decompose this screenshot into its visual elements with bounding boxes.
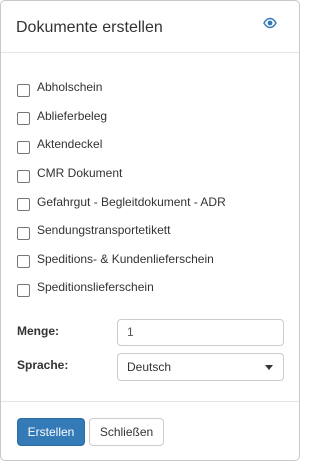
checkbox[interactable]	[17, 255, 30, 269]
document-option-label[interactable]: Speditions- & Kundenlieferschein	[37, 252, 214, 266]
document-option[interactable]: Abholschein	[17, 73, 287, 102]
checkbox[interactable]	[17, 198, 30, 212]
document-option-label[interactable]: Abholschein	[37, 80, 102, 94]
checkbox[interactable]	[17, 283, 30, 297]
eye-icon[interactable]	[263, 17, 277, 29]
create-button[interactable]: Erstellen	[17, 418, 85, 446]
dialog-title: Dokumente erstellen	[16, 19, 163, 36]
document-option[interactable]: CMR Dokument	[17, 159, 287, 188]
close-button[interactable]: Schließen	[89, 418, 164, 446]
document-option-label[interactable]: Speditionslieferschein	[37, 280, 154, 294]
dialog-header: Dokumente erstellen	[1, 1, 299, 53]
checkbox[interactable]	[17, 83, 30, 97]
document-option[interactable]: Gefahrgut - Begleitdokument - ADR	[17, 187, 287, 216]
document-option[interactable]: Speditions- & Kundenlieferschein	[17, 245, 287, 274]
language-label: Sprache:	[17, 358, 69, 372]
document-option-label[interactable]: Ablieferbeleg	[37, 109, 107, 123]
language-select[interactable]: Deutsch	[117, 353, 284, 381]
document-option[interactable]: Sendungstransportetikett	[17, 216, 287, 245]
checkbox[interactable]	[17, 140, 30, 154]
document-option-label[interactable]: Aktendeckel	[37, 137, 102, 151]
checkbox[interactable]	[17, 169, 30, 183]
document-option[interactable]: Ablieferbeleg	[17, 102, 287, 131]
document-option-label[interactable]: CMR Dokument	[37, 166, 122, 180]
language-select-value: Deutsch	[127, 360, 172, 374]
checkbox[interactable]	[17, 112, 30, 126]
quantity-label: Menge:	[17, 324, 59, 338]
checkbox[interactable]	[17, 226, 30, 240]
document-option-label[interactable]: Gefahrgut - Begleitdokument - ADR	[37, 195, 226, 209]
document-option[interactable]: Speditionslieferschein	[17, 273, 287, 302]
dialog-footer: Erstellen Schließen	[1, 401, 299, 460]
document-option[interactable]: Aktendeckel	[17, 130, 287, 159]
caret-down-icon	[265, 365, 273, 370]
create-documents-dialog: Dokumente erstellen Abholschein Abliefer…	[0, 0, 300, 461]
quantity-input[interactable]: 1	[117, 319, 284, 346]
document-checklist: Abholschein Ablieferbeleg Aktendeckel CM…	[17, 73, 287, 302]
document-option-label[interactable]: Sendungstransportetikett	[37, 223, 170, 237]
